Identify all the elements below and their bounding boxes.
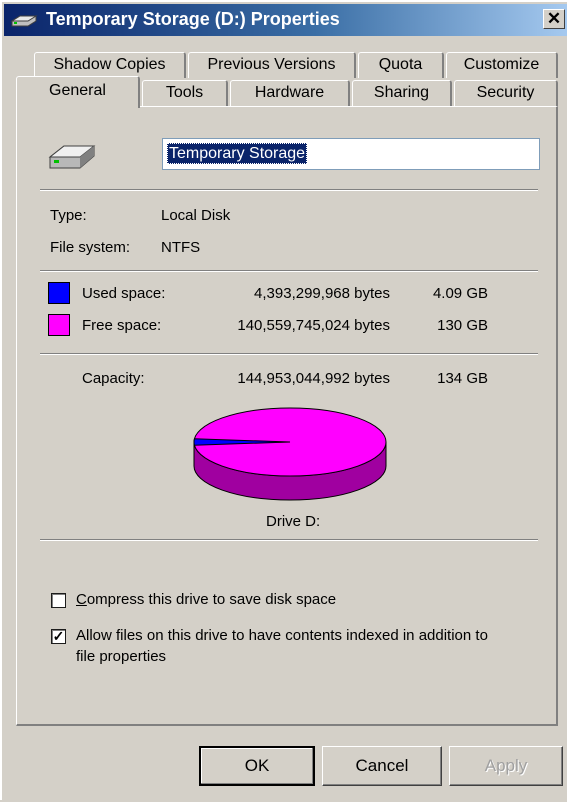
used-space-swatch bbox=[48, 282, 70, 304]
type-label: Type: bbox=[50, 207, 87, 224]
free-space-swatch bbox=[48, 314, 70, 336]
tab-label: Tools bbox=[165, 84, 204, 101]
close-icon: ✕ bbox=[546, 9, 562, 28]
tab-label: Previous Versions bbox=[207, 56, 336, 73]
capacity-size: 134 GB bbox=[437, 370, 488, 387]
index-checkbox[interactable]: ✓ bbox=[51, 629, 66, 644]
ok-button[interactable]: OK bbox=[199, 746, 315, 786]
drive-icon bbox=[10, 15, 38, 27]
tab-label: Security bbox=[476, 84, 535, 101]
file-system-value: NTFS bbox=[161, 239, 201, 256]
tab-shadow-copies[interactable]: Shadow Copies bbox=[34, 52, 186, 78]
close-button[interactable]: ✕ bbox=[543, 9, 565, 29]
drive-name-input[interactable]: Temporary Storage bbox=[162, 138, 540, 170]
compress-checkbox[interactable] bbox=[51, 593, 66, 608]
separator bbox=[40, 539, 538, 541]
properties-window: Temporary Storage (D:) Properties ✕ Shad… bbox=[0, 0, 567, 800]
title-bar[interactable]: Temporary Storage (D:) Properties ✕ bbox=[4, 4, 567, 36]
tab-label: Shadow Copies bbox=[53, 56, 166, 73]
tab-sharing[interactable]: Sharing bbox=[352, 80, 452, 106]
capacity-bytes: 144,953,044,992 bytes bbox=[237, 370, 390, 387]
used-space-bytes: 4,393,299,968 bytes bbox=[254, 285, 390, 302]
tab-label: Sharing bbox=[373, 84, 430, 101]
cancel-button[interactable]: Cancel bbox=[322, 746, 442, 786]
free-space-size: 130 GB bbox=[437, 317, 488, 334]
hard-drive-icon bbox=[48, 145, 96, 169]
tab-quota[interactable]: Quota bbox=[358, 52, 444, 78]
separator bbox=[40, 189, 538, 191]
apply-button[interactable]: Apply bbox=[449, 746, 563, 786]
tab-customize[interactable]: Customize bbox=[446, 52, 558, 78]
tab-general[interactable]: General bbox=[16, 76, 140, 108]
tab-tools[interactable]: Tools bbox=[142, 80, 228, 106]
type-value: Local Disk bbox=[161, 207, 231, 224]
drive-name-value: Temporary Storage bbox=[167, 143, 308, 164]
tab-hardware[interactable]: Hardware bbox=[230, 80, 350, 106]
window-title: Temporary Storage (D:) Properties bbox=[46, 9, 340, 29]
separator bbox=[40, 353, 538, 355]
tab-label: Customize bbox=[463, 56, 540, 73]
index-label-line2[interactable]: file properties bbox=[76, 648, 166, 665]
tab-previous-versions[interactable]: Previous Versions bbox=[188, 52, 356, 78]
capacity-label: Capacity: bbox=[82, 370, 145, 387]
used-space-label: Used space: bbox=[82, 285, 166, 302]
index-label-line1[interactable]: Allow files on this drive to have conten… bbox=[76, 627, 488, 644]
tab-label: General bbox=[49, 82, 106, 99]
drive-letter-label: Drive D: bbox=[266, 513, 321, 530]
compress-label-text: ompress this drive to save disk space bbox=[86, 591, 337, 608]
separator bbox=[40, 270, 538, 272]
file-system-label: File system: bbox=[50, 239, 131, 256]
compress-label[interactable]: Compress this drive to save disk space bbox=[76, 591, 336, 608]
used-space-size: 4.09 GB bbox=[432, 285, 488, 302]
tab-security[interactable]: Security bbox=[454, 80, 558, 106]
disk-usage-pie bbox=[193, 407, 387, 501]
tab-label: Quota bbox=[378, 56, 423, 73]
free-space-label: Free space: bbox=[82, 317, 162, 334]
free-space-bytes: 140,559,745,024 bytes bbox=[237, 317, 390, 334]
tab-label: Hardware bbox=[254, 84, 325, 101]
